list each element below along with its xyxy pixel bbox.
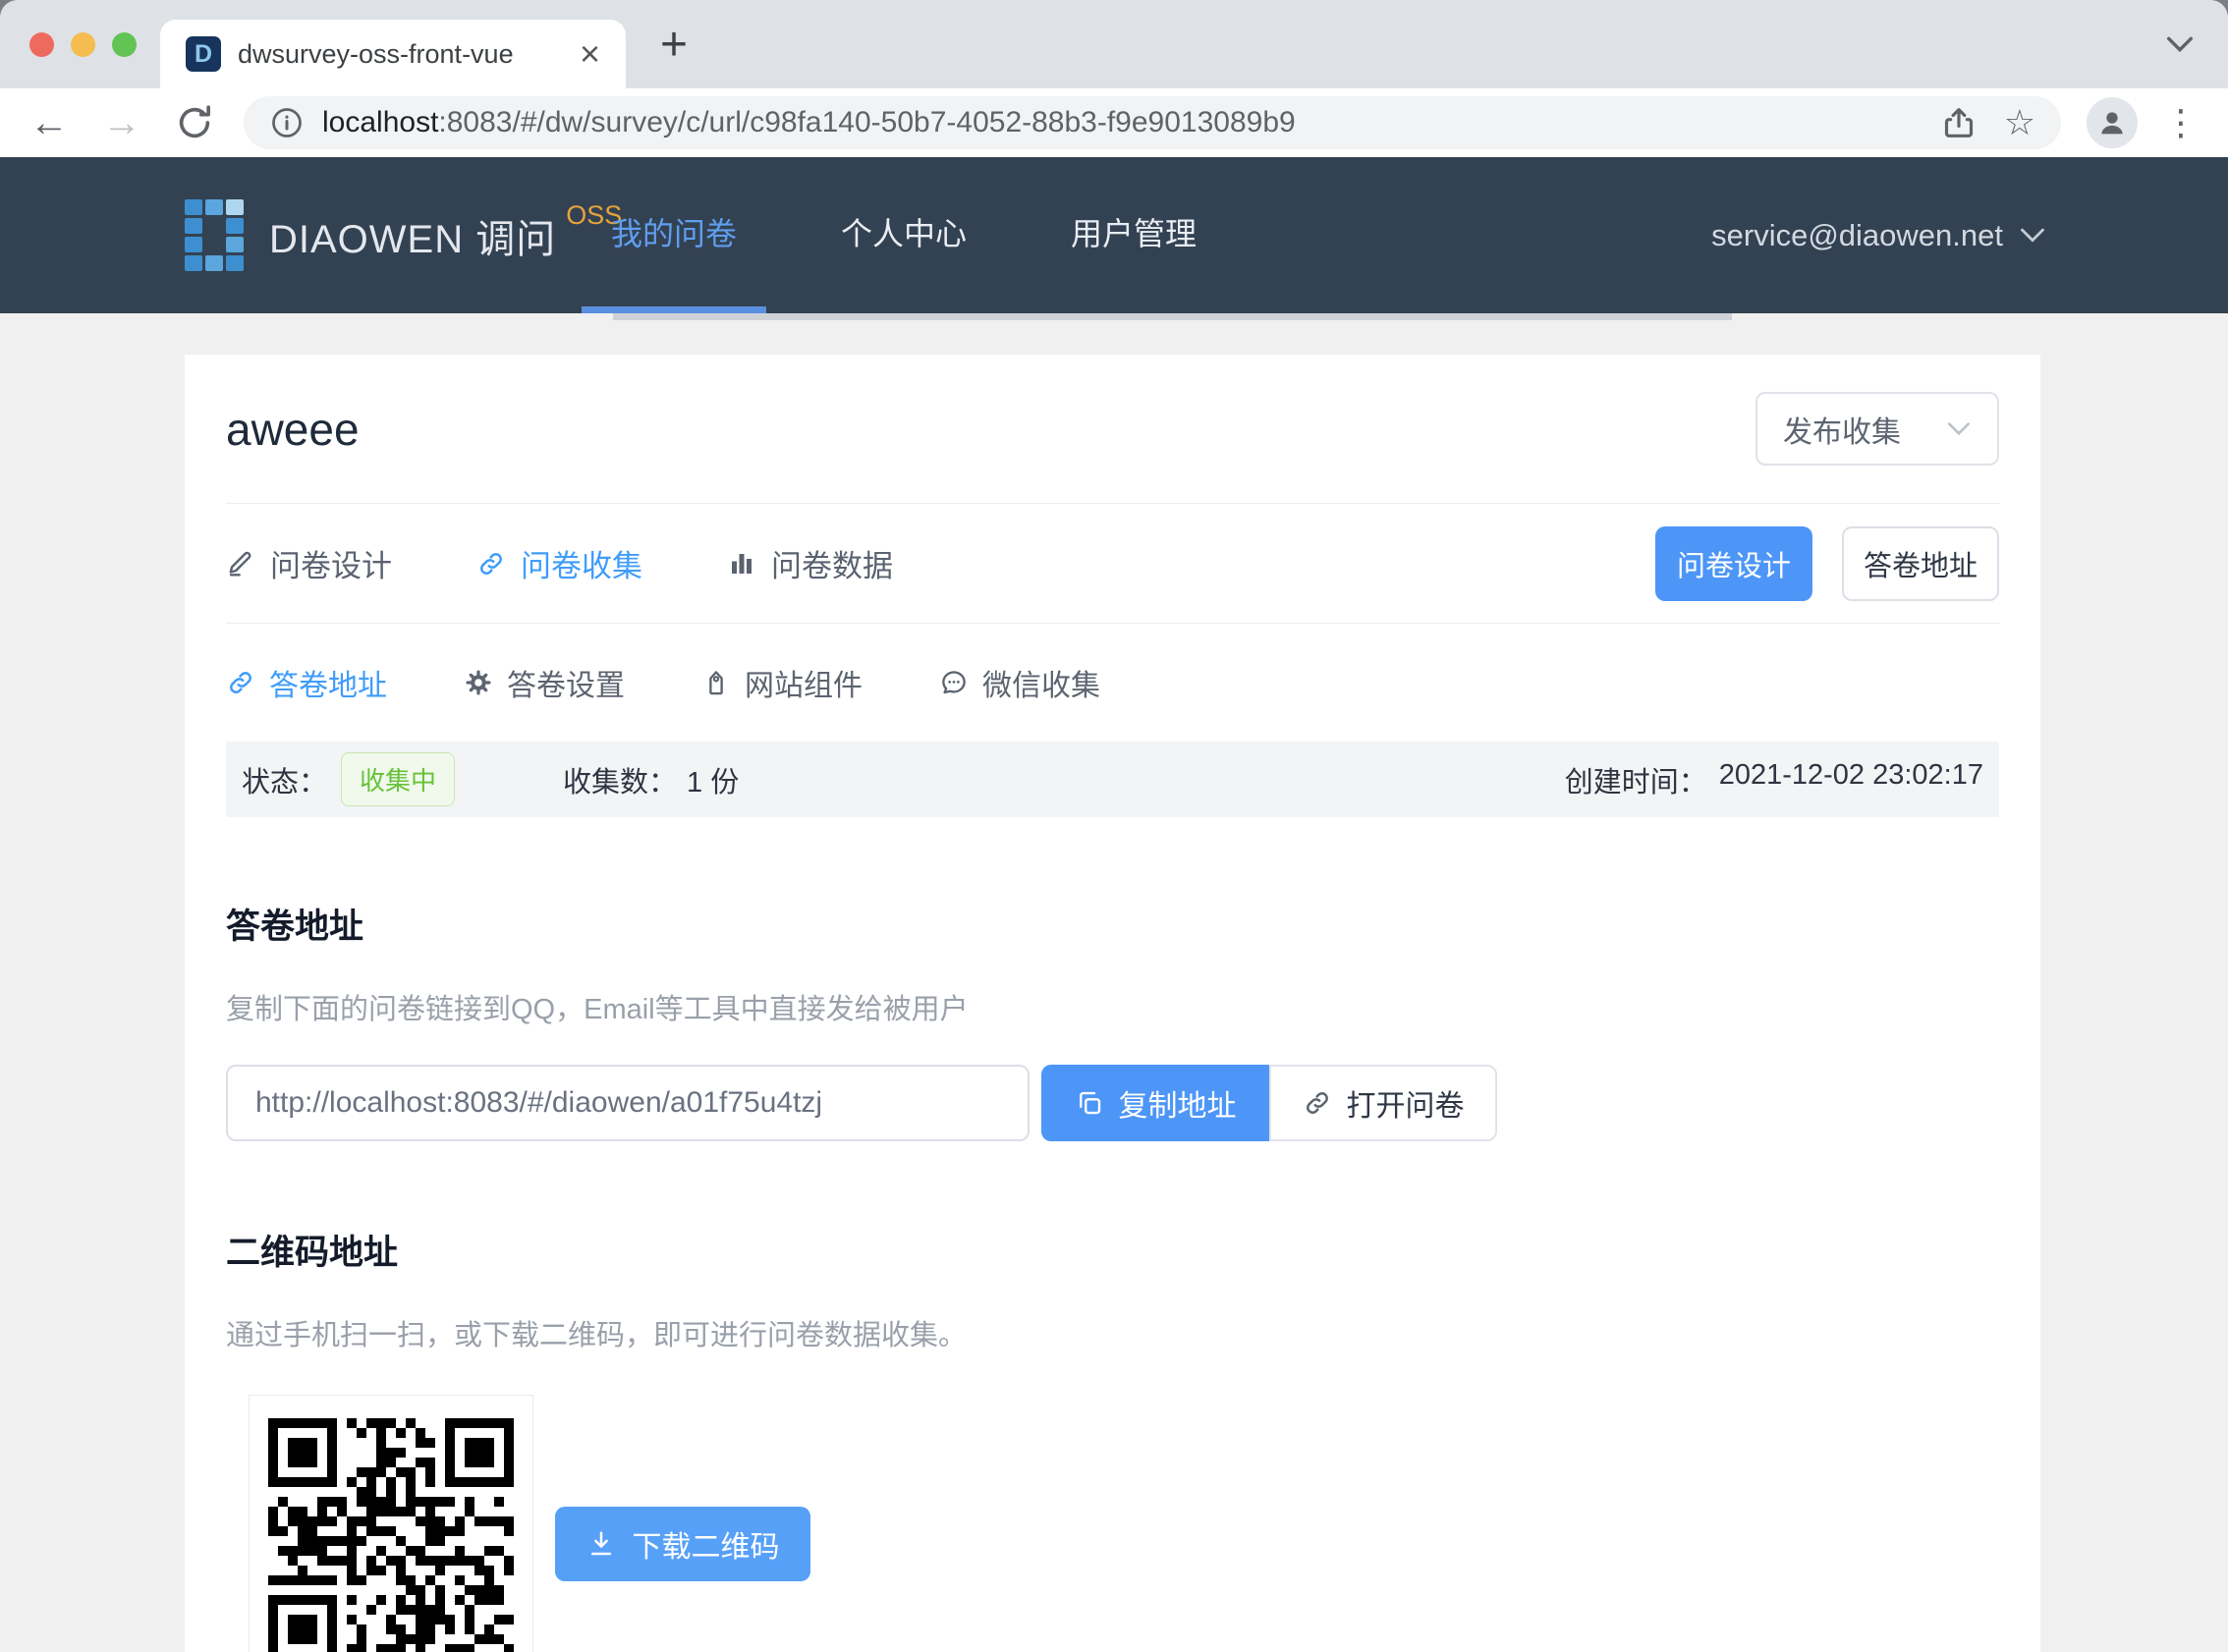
collect-sub-tabs: 答卷地址 答卷设置 网站组件 微信收集: [226, 624, 1999, 742]
subtab-label: 网站组件: [745, 661, 863, 704]
publish-collect-select[interactable]: 发布收集: [1755, 392, 1999, 466]
new-tab-button[interactable]: +: [660, 18, 688, 72]
collect-count-label: 收集数：: [563, 759, 677, 800]
copy-icon: [1075, 1088, 1104, 1118]
url-button-group: 复制地址 打开问卷: [1041, 1065, 1497, 1141]
share-icon[interactable]: [1939, 103, 1978, 142]
close-window-button[interactable]: [29, 32, 54, 57]
minimize-window-button[interactable]: [71, 32, 95, 57]
link-icon: [1303, 1088, 1332, 1118]
qrcode-row: 下载二维码: [226, 1395, 1999, 1652]
brand-name: DIAOWEN 调问: [269, 207, 556, 264]
subtab-site-widget[interactable]: 网站组件: [701, 661, 863, 704]
qr-code-image: [268, 1418, 514, 1652]
qrcode-description: 通过手机扫一扫，或下载二维码，即可进行问卷数据收集。: [226, 1312, 1999, 1353]
tag-icon: [701, 668, 731, 697]
copy-address-button[interactable]: 复制地址: [1041, 1065, 1269, 1141]
subtab-answer-settings[interactable]: 答卷设置: [464, 661, 625, 704]
answer-url-description: 复制下面的问卷链接到QQ，Email等工具中直接发给被用户: [226, 986, 1999, 1027]
pencil-icon: [226, 549, 255, 578]
subtab-answer-address[interactable]: 答卷地址: [226, 661, 387, 704]
subtab-label: 答卷设置: [507, 661, 625, 704]
survey-title: aweee: [226, 403, 360, 456]
tab-label: 问卷设计: [270, 541, 392, 585]
download-qrcode-button[interactable]: 下载二维码: [555, 1507, 810, 1581]
subtab-wechat-collect[interactable]: 微信收集: [939, 661, 1100, 704]
survey-design-button[interactable]: 问卷设计: [1655, 526, 1812, 601]
button-label: 问卷设计: [1677, 543, 1791, 584]
diaowen-logo[interactable]: DIAOWEN 调问 OSS: [185, 157, 622, 313]
reload-button[interactable]: [175, 103, 214, 142]
tab-list-chevron-icon[interactable]: [2163, 31, 2197, 57]
button-label: 复制地址: [1119, 1081, 1237, 1125]
subtab-label: 微信收集: [982, 661, 1100, 704]
gear-icon: [464, 668, 493, 697]
address-bar[interactable]: localhost:8083/#/dw/survey/c/url/c98fa14…: [244, 96, 2061, 149]
download-icon: [586, 1529, 616, 1559]
zoom-window-button[interactable]: [112, 32, 137, 57]
tab-close-icon[interactable]: ×: [580, 36, 600, 72]
browser-toolbar: ← → localhost:8083/#/dw/survey/c/url/c98…: [0, 88, 2228, 157]
site-favicon-icon: D: [186, 36, 221, 72]
forward-button[interactable]: →: [102, 103, 141, 142]
nav-underline-strip: [613, 313, 1732, 320]
survey-main-tabs: 问卷设计 问卷收集 问卷数据 问卷设计 答卷地址: [226, 504, 1999, 624]
created-time-label: 创建时间：: [1565, 759, 1707, 800]
publish-collect-label: 发布收集: [1783, 408, 1901, 451]
back-button[interactable]: ←: [29, 103, 69, 142]
collect-count-value: 1 份: [687, 759, 739, 800]
nav-item-label: 我的问卷: [611, 209, 737, 254]
survey-url-input[interactable]: [226, 1065, 1030, 1141]
link-icon: [476, 549, 506, 578]
window-controls: [29, 32, 137, 57]
button-label: 打开问卷: [1347, 1081, 1465, 1125]
status-badge: 收集中: [341, 752, 455, 806]
button-label: 答卷地址: [1864, 543, 1977, 584]
answer-address-button[interactable]: 答卷地址: [1842, 526, 1999, 601]
url-text: localhost:8083/#/dw/survey/c/url/c98fa14…: [322, 106, 1914, 139]
page-main: aweee 发布收集 问卷设计 问卷收集 问卷数据: [0, 313, 2228, 1652]
chevron-down-icon: [2019, 226, 2046, 246]
tab-title: dwsurvey-oss-front-vue: [238, 39, 568, 70]
bookmark-star-icon[interactable]: ☆: [2004, 105, 2035, 140]
button-label: 下载二维码: [633, 1522, 780, 1566]
open-survey-button[interactable]: 打开问卷: [1269, 1065, 1497, 1141]
bar-chart-icon: [727, 549, 756, 578]
tab-label: 问卷收集: [521, 541, 642, 585]
qrcode-heading: 二维码地址: [226, 1225, 1999, 1275]
app-navbar: DIAOWEN 调问 OSS 我的问卷 个人中心 用户管理 service@di…: [0, 157, 2228, 313]
nav-item-label: 个人中心: [841, 209, 967, 254]
tab-survey-collect[interactable]: 问卷收集: [476, 541, 642, 585]
nav-item-label: 用户管理: [1071, 209, 1197, 254]
tab-survey-data[interactable]: 问卷数据: [727, 541, 893, 585]
link-icon: [226, 668, 255, 697]
browser-tab[interactable]: D dwsurvey-oss-front-vue ×: [160, 20, 626, 88]
qr-code-frame: [249, 1395, 533, 1652]
info-icon[interactable]: [269, 105, 305, 140]
person-icon: [2095, 106, 2129, 139]
tab-label: 问卷数据: [771, 541, 893, 585]
answer-url-heading: 答卷地址: [226, 899, 1999, 949]
created-time-value: 2021-12-02 23:02:17: [1719, 759, 1983, 800]
survey-header: aweee 发布收集: [226, 355, 1999, 504]
answer-url-row: 复制地址 打开问卷: [226, 1065, 1999, 1141]
diaowen-logo-icon: [185, 199, 250, 272]
nav-item-my-surveys[interactable]: 我的问卷: [582, 157, 766, 313]
profile-avatar[interactable]: [2087, 97, 2138, 148]
subtab-label: 答卷地址: [269, 661, 387, 704]
browser-window: D dwsurvey-oss-front-vue × + ← → localho…: [0, 0, 2228, 1652]
chevron-down-icon: [1946, 420, 1972, 438]
tab-survey-design[interactable]: 问卷设计: [226, 541, 392, 585]
status-label: 状态：: [242, 759, 327, 800]
survey-card: aweee 发布收集 问卷设计 问卷收集 问卷数据: [185, 355, 2040, 1652]
account-email: service@diaowen.net: [1711, 218, 2003, 253]
browser-menu-icon[interactable]: ⋮: [2163, 105, 2199, 140]
chat-icon: [939, 668, 969, 697]
nav-item-user-management[interactable]: 用户管理: [1041, 157, 1226, 313]
browser-tab-strip: D dwsurvey-oss-front-vue × +: [0, 0, 2228, 88]
status-bar: 状态： 收集中 收集数： 1 份 创建时间： 2021-12-02 23:02:…: [226, 742, 1999, 817]
account-menu[interactable]: service@diaowen.net: [1711, 157, 2046, 313]
main-navigation: 我的问卷 个人中心 用户管理: [582, 157, 1271, 313]
nav-item-personal-center[interactable]: 个人中心: [811, 157, 996, 313]
